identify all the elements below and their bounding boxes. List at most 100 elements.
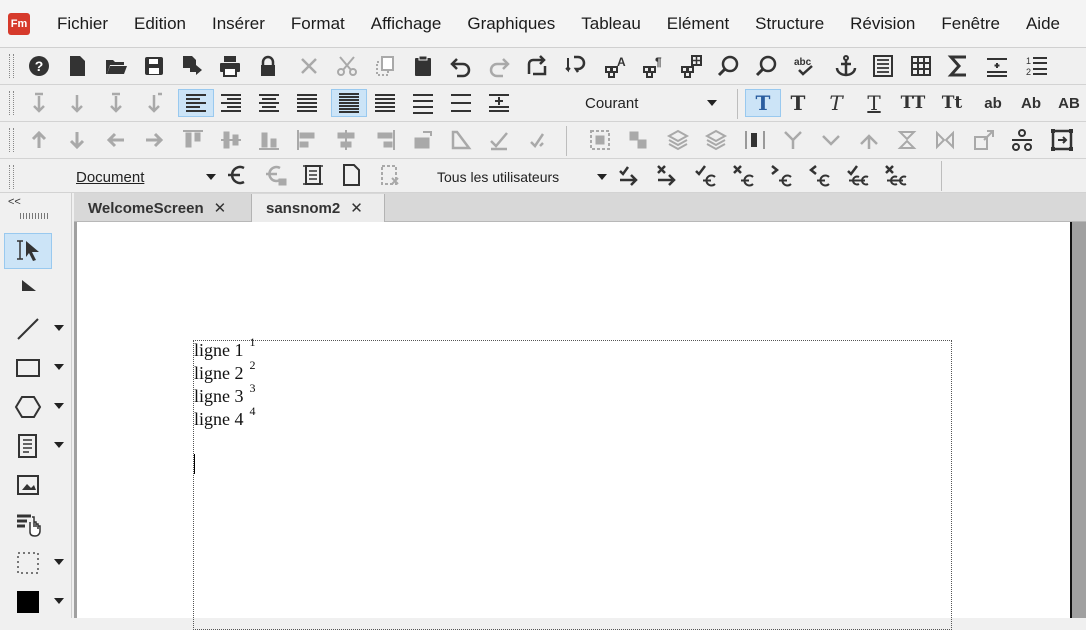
reject-all-icon[interactable]	[880, 161, 910, 189]
text-frame-tool[interactable]	[4, 428, 52, 464]
space-decrease-icon[interactable]	[62, 89, 92, 117]
numbered-list-icon[interactable]: 12	[1022, 52, 1052, 80]
send-down-icon[interactable]	[62, 126, 92, 154]
distribute-icon[interactable]	[740, 126, 770, 154]
frame-fit-icon[interactable]	[1047, 126, 1077, 154]
reject-change-icon[interactable]	[728, 161, 758, 189]
toolbar-grip[interactable]	[9, 54, 14, 78]
layers-icon[interactable]	[663, 126, 693, 154]
footnote-ref[interactable]: 2	[250, 358, 256, 372]
paragraph-catalog-icon[interactable]: ¶	[638, 52, 668, 80]
copy-icon[interactable]	[370, 52, 400, 80]
align-justify-icon[interactable]	[292, 89, 322, 117]
flip-vertical-icon[interactable]	[892, 126, 922, 154]
menu-inserer[interactable]: Insérer	[199, 14, 278, 34]
scale-icon[interactable]	[969, 126, 999, 154]
lock-icon[interactable]	[253, 52, 283, 80]
page-icon[interactable]	[336, 161, 366, 189]
menu-tableau[interactable]: Tableau	[568, 14, 654, 34]
euro-icon[interactable]	[222, 161, 252, 189]
style-underline[interactable]: T	[859, 89, 889, 117]
style-plain[interactable]: T	[745, 89, 781, 117]
menu-graphiques[interactable]: Graphiques	[454, 14, 568, 34]
panel-grip[interactable]	[20, 213, 50, 219]
frame-select-tool-dropdown[interactable]	[54, 559, 64, 565]
spacing-custom-icon[interactable]	[484, 89, 514, 117]
menu-fenetre[interactable]: Fenêtre	[928, 14, 1013, 34]
close-icon[interactable]: ✕	[350, 199, 363, 217]
group-icon[interactable]	[623, 126, 653, 154]
save-icon[interactable]	[139, 52, 169, 80]
open-icon[interactable]	[101, 52, 131, 80]
find-icon[interactable]	[714, 52, 744, 80]
align-middle-icon[interactable]	[216, 126, 246, 154]
next-reject-icon[interactable]	[652, 161, 682, 189]
menu-fichier[interactable]: Fichier	[44, 14, 121, 34]
select-object-icon[interactable]	[585, 126, 615, 154]
print-icon[interactable]	[215, 52, 245, 80]
frame-select-tool[interactable]	[4, 545, 52, 581]
accept-all-icon[interactable]	[842, 161, 872, 189]
move-left-icon[interactable]	[101, 126, 131, 154]
rectangle-tool[interactable]	[4, 350, 52, 386]
smart-select-tool[interactable]	[4, 233, 52, 269]
align-left-icon[interactable]	[178, 89, 214, 117]
help-icon[interactable]: ?	[24, 52, 54, 80]
spelling-icon[interactable]: abc	[790, 52, 820, 80]
style-italic[interactable]: T	[821, 89, 851, 117]
align-right-icon[interactable]	[216, 89, 246, 117]
line-spacing-icon[interactable]	[139, 89, 169, 117]
style-superscript[interactable]: TT	[898, 89, 928, 117]
menu-structure[interactable]: Structure	[742, 14, 837, 34]
tab-welcomescreen[interactable]: WelcomeScreen ✕	[74, 194, 252, 222]
accept-change-icon[interactable]	[690, 161, 720, 189]
menu-aide[interactable]: Aide	[1013, 14, 1073, 34]
save-as-icon[interactable]	[177, 52, 207, 80]
paste-icon[interactable]	[408, 52, 438, 80]
spacing-wide-icon[interactable]	[446, 89, 476, 117]
paragraph-style-select[interactable]: Courant	[585, 91, 717, 115]
spacing-single-icon[interactable]	[331, 89, 367, 117]
smooth-icon[interactable]	[816, 126, 846, 154]
align-bottom-icon[interactable]	[254, 126, 284, 154]
flip-icon[interactable]	[446, 126, 476, 154]
text-line[interactable]: ligne 22	[194, 358, 256, 384]
spacing-1-5-icon[interactable]	[370, 89, 400, 117]
zoom-icon[interactable]	[752, 52, 782, 80]
space-above-decrease-icon[interactable]	[24, 89, 54, 117]
align-right-obj-icon[interactable]	[370, 126, 400, 154]
toolbar-grip[interactable]	[9, 91, 14, 115]
line-tool[interactable]	[4, 311, 52, 347]
rotate-icon[interactable]	[408, 126, 438, 154]
rectangle-tool-dropdown[interactable]	[54, 364, 64, 370]
delete-icon[interactable]	[294, 52, 324, 80]
euro-lock-icon[interactable]	[260, 161, 290, 189]
image-frame-tool[interactable]	[4, 467, 52, 503]
align-left-obj-icon[interactable]	[292, 126, 322, 154]
text-line[interactable]: ligne 44	[194, 404, 256, 430]
next-accept-icon[interactable]	[766, 161, 796, 189]
users-select[interactable]: Tous les utilisateurs	[437, 165, 607, 189]
object-properties-icon[interactable]	[1007, 126, 1037, 154]
reshape-icon[interactable]	[778, 126, 808, 154]
flip-horizontal-icon[interactable]	[930, 126, 960, 154]
polygon-tool[interactable]	[4, 389, 52, 425]
style-subscript[interactable]: Tt	[937, 89, 967, 117]
style-bold[interactable]: T	[783, 89, 813, 117]
bring-up-icon[interactable]	[24, 126, 54, 154]
check-all-icon[interactable]	[522, 126, 552, 154]
equation-icon[interactable]	[944, 52, 974, 80]
footnote-ref[interactable]: 1	[250, 335, 256, 349]
menu-element[interactable]: Elément	[654, 14, 742, 34]
new-doc-icon[interactable]	[62, 52, 92, 80]
style-initial-caps[interactable]: Ab	[1016, 89, 1046, 117]
spacing-double-icon[interactable]	[408, 89, 438, 117]
toolbar-grip[interactable]	[9, 165, 14, 189]
move-right-icon[interactable]	[139, 126, 169, 154]
footnote-ref[interactable]: 4	[250, 404, 256, 418]
fill-color-dropdown[interactable]	[54, 598, 64, 604]
next-change-icon[interactable]	[614, 161, 644, 189]
check-icon[interactable]	[484, 126, 514, 154]
prev-accept-icon[interactable]	[804, 161, 834, 189]
table-catalog-icon[interactable]	[676, 52, 706, 80]
